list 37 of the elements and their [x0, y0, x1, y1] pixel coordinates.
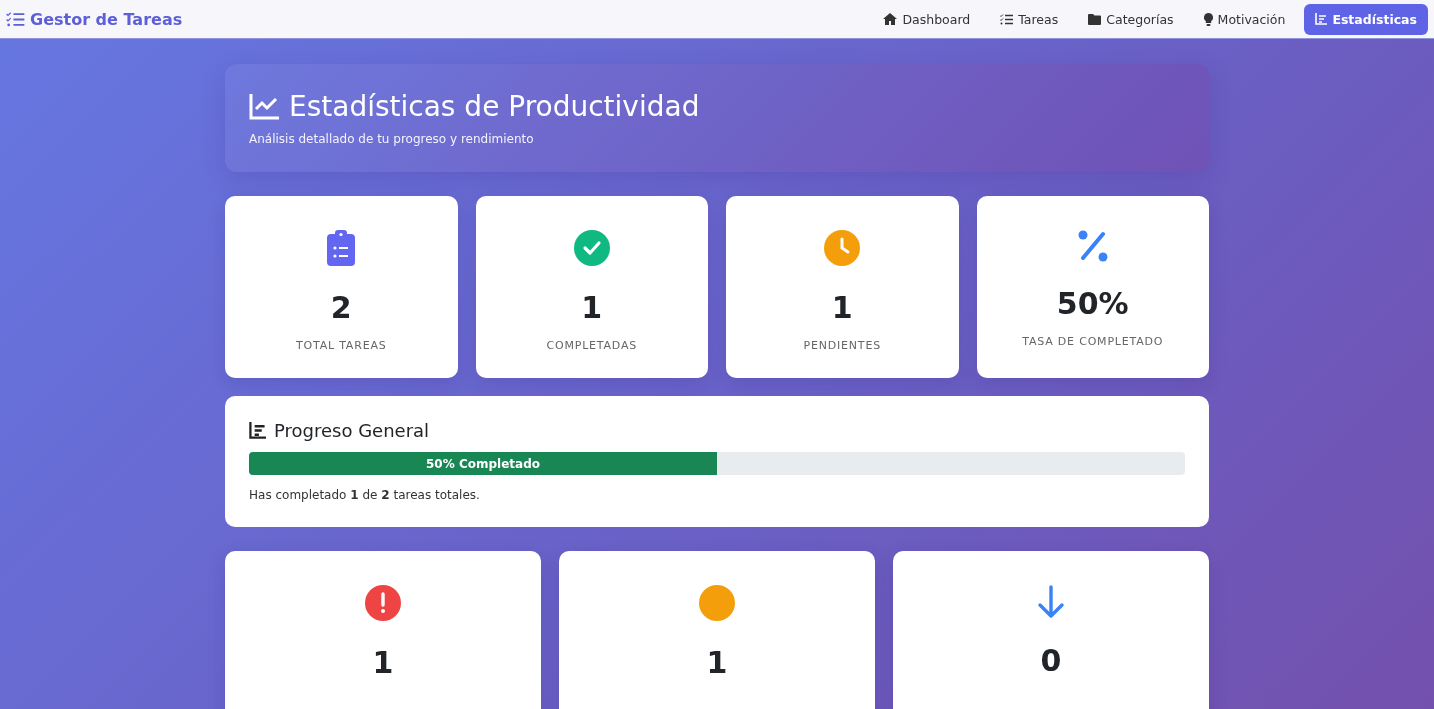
- nav-link[interactable]: Dashboard: [872, 3, 982, 35]
- nav-link[interactable]: Estadísticas: [1304, 3, 1428, 35]
- progress-fill: 50% Completado: [249, 452, 717, 475]
- stat-value: 1: [372, 645, 394, 680]
- line-chart-icon: [249, 93, 279, 120]
- home-icon: [883, 13, 898, 25]
- arrow-down-icon: [1037, 585, 1065, 619]
- stat-label: TASA DE COMPLETADO: [1022, 335, 1164, 348]
- page-subtitle: Análisis detallado de tu progreso y rendimiento: [249, 132, 535, 146]
- folder-icon: [1088, 13, 1102, 25]
- lightbulb-icon: [1203, 12, 1213, 26]
- check-circle-icon: [573, 230, 610, 266]
- stat-value: 1: [706, 645, 728, 680]
- checklist-icon: [1000, 13, 1014, 25]
- stat-label: TOTAL TAREAS: [296, 339, 387, 352]
- stat-value: 0: [1040, 643, 1062, 678]
- clock-icon: [824, 230, 861, 266]
- exclamation-circle-icon: [365, 585, 401, 621]
- page-title: Estadísticas de Productividad: [289, 90, 700, 123]
- circle-icon: [699, 585, 735, 621]
- stat-value: 50%: [1056, 286, 1129, 321]
- bar-chart-icon: [249, 422, 266, 439]
- nav-link[interactable]: Motivación: [1192, 3, 1297, 35]
- checklist-icon: [6, 11, 25, 27]
- stat-value: 1: [831, 290, 853, 325]
- app-title: Gestor de Tareas: [30, 9, 183, 29]
- stat-value: 2: [330, 290, 352, 325]
- percent-icon: [1077, 230, 1108, 262]
- stat-value: 1: [581, 290, 603, 325]
- stat-label: COMPLETADAS: [546, 339, 637, 352]
- nav-link[interactable]: Tareas: [989, 3, 1070, 35]
- section-title: Progreso General: [274, 420, 430, 441]
- progress-summary: Has completado 1 de 2 tareas totales.: [249, 488, 481, 502]
- bar-chart-icon: [1315, 13, 1328, 25]
- stat-label: PENDIENTES: [803, 339, 881, 352]
- nav-link[interactable]: Categorías: [1077, 3, 1185, 35]
- clipboard-list-icon: [327, 230, 356, 266]
